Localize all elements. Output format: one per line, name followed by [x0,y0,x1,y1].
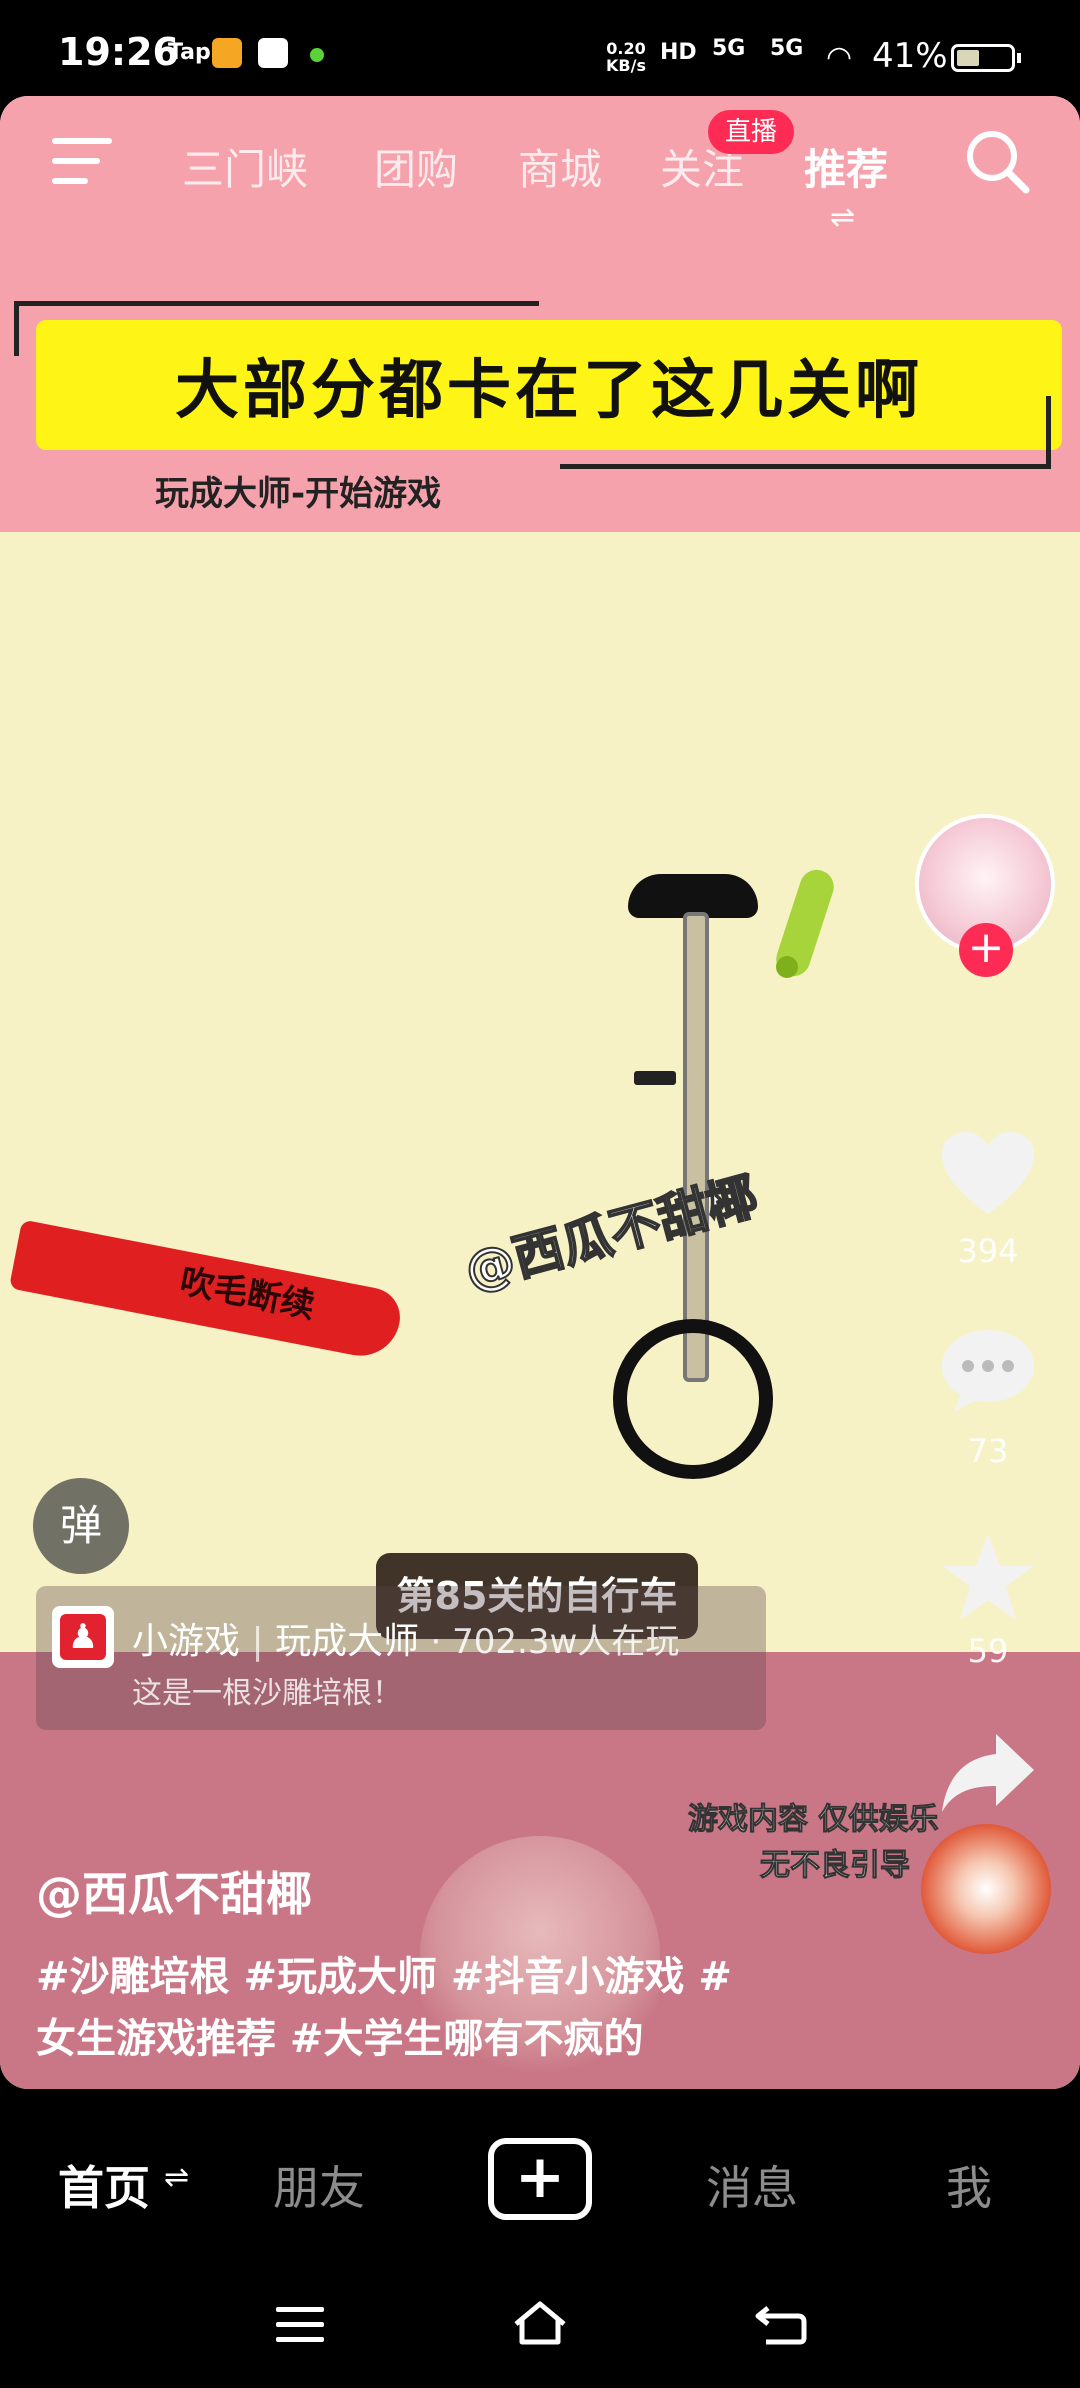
menu-icon[interactable] [52,138,112,186]
status-time: 19:26 [58,30,179,74]
anchor-player-count: 702.3w人在玩 [452,1622,680,1662]
battery-level [957,50,979,66]
recent-apps-icon[interactable] [276,2305,324,2345]
danmu-toggle-button[interactable]: 弹 [33,1478,129,1574]
anchor-separator: | [251,1621,264,1662]
home-swap-icon: ⇌ [164,2160,190,2195]
tap-icon: Tap [168,40,211,65]
disclaimer-line2: 无不良引导 [760,1848,911,1884]
video-description-line1[interactable]: #沙雕培根 #玩成大师 #抖音小游戏 # [36,1944,732,2002]
signal-5g-icon: 5G [712,36,746,61]
video-subtitle: 玩成大师-开始游戏 [155,474,442,514]
anchor-category: 小游戏 [132,1621,241,1662]
disclaimer-line1: 游戏内容 仅供娱乐 [687,1802,939,1838]
live-badge: 直播 [708,110,794,154]
like-count: 394 [957,1232,1019,1270]
anchor-title: 小游戏 | 玩成大师 · 702.3w人在玩 [132,1612,679,1664]
swap-icon[interactable]: ⇌ [830,200,855,235]
unicycle-post [683,912,709,1382]
unicycle-peg [634,1071,676,1085]
author-name[interactable]: @西瓜不甜椰 [36,1858,312,1924]
battery-icon [951,44,1015,72]
tab-group-buy[interactable]: 团购 [374,136,458,197]
create-button[interactable]: + [488,2138,592,2220]
share-arrow-icon[interactable] [938,1728,1038,1818]
tab-friends[interactable]: 朋友 [273,2152,365,2218]
like-heart-icon[interactable] [938,1130,1038,1220]
battery-cap [1017,53,1021,63]
tab-mall[interactable]: 商城 [518,136,602,197]
recording-dot-icon [310,48,324,62]
tab-me[interactable]: 我 [946,2152,992,2218]
video-description-line2[interactable]: 女生游戏推荐 #大学生哪有不疯的 [36,2006,643,2064]
home-icon[interactable] [510,2298,570,2348]
anchor-tagline: 这是一根沙雕培根！ [132,1676,402,1711]
tab-home[interactable]: 首页 [58,2152,150,2218]
wifi-icon: ◠ [826,40,853,75]
tab-messages[interactable]: 消息 [706,2152,798,2218]
comment-count: 73 [967,1432,1009,1470]
hd-icon: HD [660,40,697,65]
video-player[interactable]: 大部分都卡在了这几关啊 玩成大师-开始游戏 三门峡 团购 商城 关注 直播 推荐… [0,96,1080,2089]
mini-game-logo-icon: ♟ [60,1614,106,1660]
follow-button[interactable]: + [959,923,1013,977]
favorite-star-icon[interactable] [938,1530,1038,1626]
comment-icon[interactable] [938,1326,1038,1416]
battery-percent: 41% [872,36,948,76]
back-icon[interactable] [754,2302,808,2346]
video-watermark: @西瓜不甜椰 [458,1166,765,1302]
caterpillar-head [776,956,798,978]
video-title-banner: 大部分都卡在了这几关啊 [175,354,923,428]
weibo-icon [212,38,242,68]
signal-5g-icon-2: 5G [770,36,804,61]
anchor-game-name: 玩成大师 [275,1621,420,1662]
search-icon[interactable] [962,126,1032,196]
tab-sanmenxia[interactable]: 三门峡 [182,136,308,197]
tab-recommend[interactable]: 推荐 [804,136,888,197]
unicycle-wheel [613,1319,773,1479]
net-speed: 0.20 KB/s [606,39,646,75]
message-icon [258,38,288,68]
music-disc[interactable] [921,1824,1051,1954]
anchor-dot: · [430,1622,442,1662]
favorite-count: 59 [967,1632,1009,1670]
